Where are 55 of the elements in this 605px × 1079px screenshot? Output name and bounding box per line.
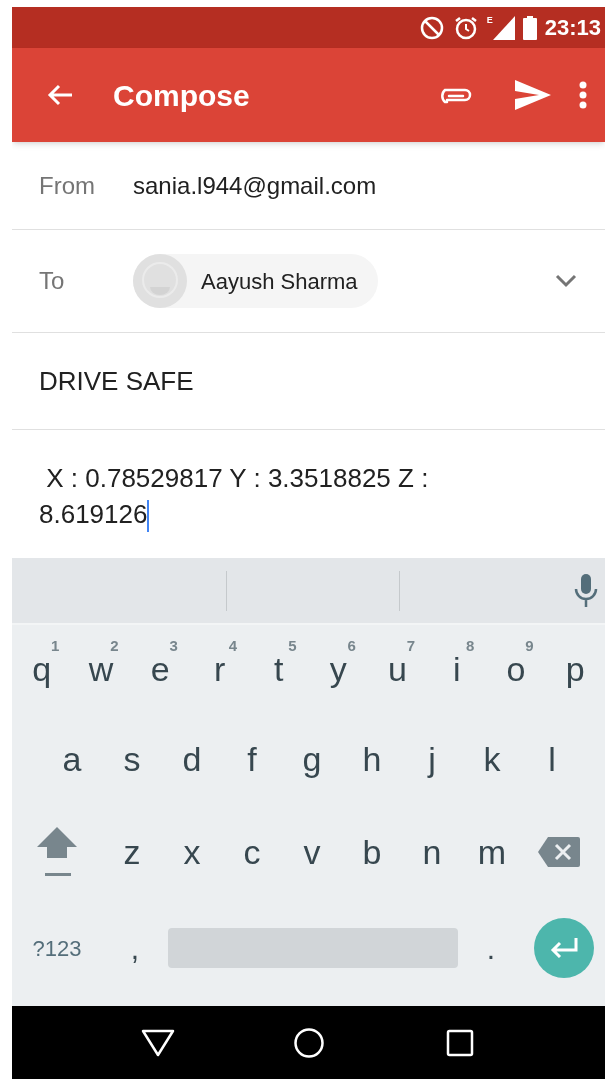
- keyboard-key[interactable]: a: [42, 713, 102, 806]
- triangle-back-icon: [140, 1028, 175, 1057]
- subject-field[interactable]: DRIVE SAFE: [39, 361, 194, 401]
- keyboard-key[interactable]: m: [462, 806, 522, 898]
- keyboard-key[interactable]: l: [522, 713, 582, 806]
- recipient-chip[interactable]: Aayush Sharma: [133, 254, 378, 308]
- clock-time: 23:13: [544, 14, 601, 42]
- keyboard-key[interactable]: t 5: [249, 625, 309, 713]
- more-options-icon: [579, 81, 587, 109]
- network-type-label: E: [486, 15, 493, 25]
- keyboard-key[interactable]: c: [222, 806, 282, 898]
- keyboard-key[interactable]: x: [162, 806, 222, 898]
- shift-arrow-icon: [37, 827, 77, 877]
- keyboard-key[interactable]: v: [282, 806, 342, 898]
- keyboard-key[interactable]: d: [162, 713, 222, 806]
- to-label: To: [39, 266, 66, 296]
- keyboard-key[interactable]: k: [462, 713, 522, 806]
- keyboard-key[interactable]: r 4: [189, 625, 250, 713]
- message-body[interactable]: X : 0.78529817 Y : 3.3518825 Z : 8.619126: [39, 460, 519, 533]
- keyboard-key[interactable]: g: [282, 713, 342, 806]
- symbols-key[interactable]: ?123: [12, 898, 102, 998]
- keyboard-key[interactable]: e 3: [130, 625, 190, 713]
- keyboard-key[interactable]: s: [102, 713, 162, 806]
- screen-title: Compose: [113, 77, 251, 114]
- keyboard-key[interactable]: n: [402, 806, 462, 898]
- keyboard-key[interactable]: p: [545, 625, 605, 713]
- backspace-icon: [537, 837, 580, 867]
- send-icon: [515, 80, 551, 110]
- keyboard-key[interactable]: o 9: [486, 625, 546, 713]
- enter-arrow-icon: [549, 938, 579, 958]
- keyboard-key[interactable]: w 2: [71, 625, 131, 713]
- square-recents-icon: [445, 1028, 474, 1057]
- from-label: From: [39, 170, 96, 201]
- avatar-icon: [133, 254, 187, 308]
- circle-home-icon: [292, 1026, 325, 1059]
- keyboard-key[interactable]: j: [402, 713, 462, 806]
- keyboard-key[interactable]: z: [102, 806, 162, 898]
- recipient-name: Aayush Sharma: [201, 267, 358, 296]
- back-arrow-icon: [46, 83, 74, 107]
- microphone-icon: [574, 573, 598, 608]
- keyboard-key[interactable]: y 6: [308, 625, 368, 713]
- keyboard-key[interactable]: h: [342, 713, 402, 806]
- keyboard-key[interactable]: q 1: [12, 625, 72, 713]
- battery-icon: [522, 15, 537, 40]
- do-not-disturb-icon: [418, 14, 445, 41]
- keyboard-key[interactable]: i 8: [427, 625, 487, 713]
- enter-key[interactable]: [534, 918, 594, 978]
- keyboard-key[interactable]: b: [342, 806, 402, 898]
- keyboard-key[interactable]: .: [458, 898, 524, 998]
- sender-address[interactable]: sania.l944@gmail.com: [133, 167, 377, 204]
- chevron-down-icon: [555, 274, 577, 288]
- signal-icon: [492, 15, 515, 40]
- keyboard-key[interactable]: u 7: [367, 625, 428, 713]
- keyboard-key[interactable]: ,: [102, 898, 168, 998]
- keyboard-key[interactable]: f: [222, 713, 282, 806]
